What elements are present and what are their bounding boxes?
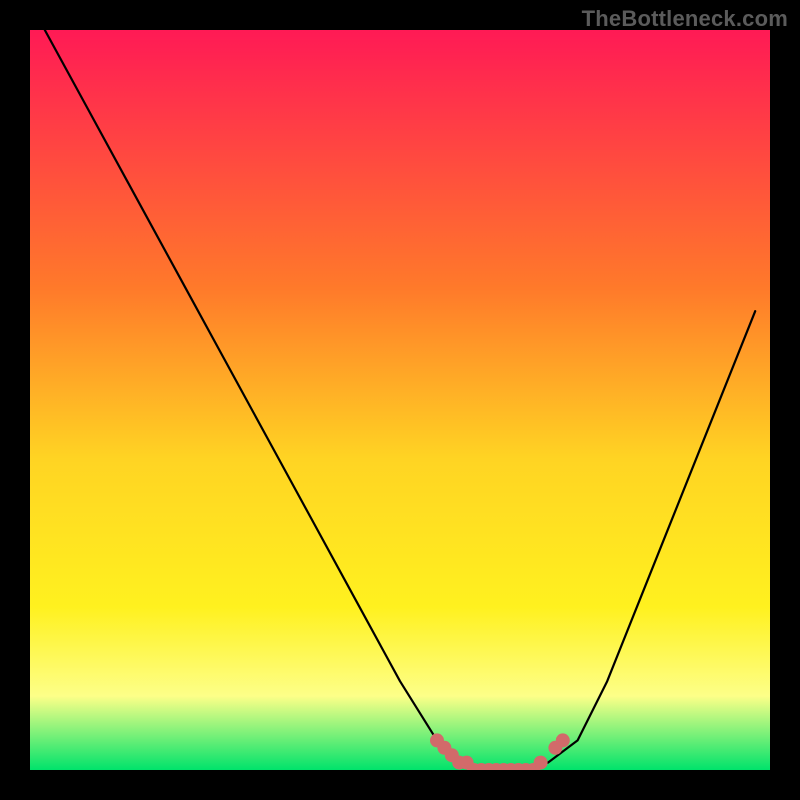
chart-svg (30, 30, 770, 770)
marker-dot (534, 756, 548, 770)
gradient-background (30, 30, 770, 770)
plot-area (30, 30, 770, 770)
marker-dot (556, 733, 570, 747)
watermark-text: TheBottleneck.com (582, 6, 788, 32)
outer-frame: TheBottleneck.com (0, 0, 800, 800)
